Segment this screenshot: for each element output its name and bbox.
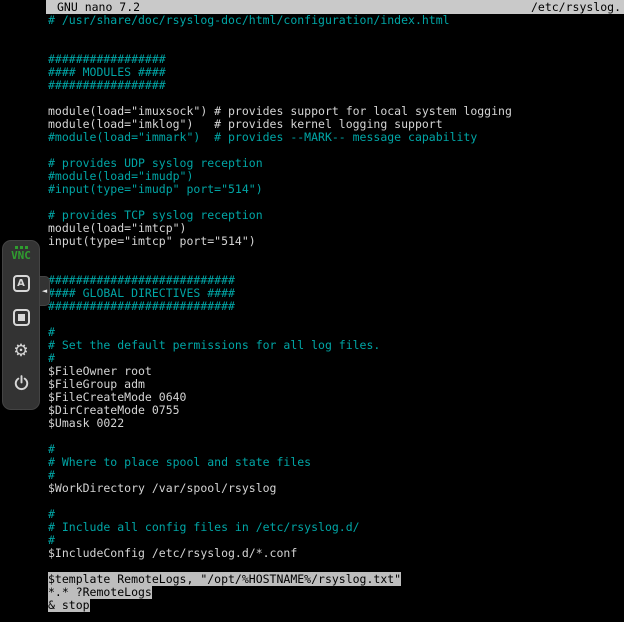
editor-line: # Where to place spool and state files	[48, 456, 624, 469]
disconnect-button[interactable]	[8, 372, 34, 398]
editor-line: #module(load="immark") # provides --MARK…	[48, 131, 624, 144]
power-icon	[13, 375, 30, 395]
novnc-logo: VNC	[11, 246, 31, 261]
extra-keys-button[interactable]: A	[8, 270, 34, 296]
editor-line	[48, 313, 624, 326]
editor-line: # Include all config files in /etc/rsysl…	[48, 521, 624, 534]
editor-line: & stop	[48, 599, 624, 612]
nano-filename: /etc/rsyslog.	[531, 0, 621, 14]
editor-line: $DirCreateMode 0755	[48, 404, 624, 417]
editor-line: $Umask 0022	[48, 417, 624, 430]
nano-titlebar: GNU nano 7.2 /etc/rsyslog.	[46, 0, 624, 14]
collapse-arrow-icon: ◄	[42, 287, 47, 295]
editor-line: $WorkDirectory /var/spool/rsyslog	[48, 482, 624, 495]
editor-line	[48, 27, 624, 40]
editor-line: input(type="imtcp" port="514")	[48, 235, 624, 248]
settings-button[interactable]: ⚙	[8, 338, 34, 364]
editor-buffer[interactable]: # /usr/share/doc/rsyslog-doc/html/config…	[46, 14, 624, 612]
editor-line: # /usr/share/doc/rsyslog-doc/html/config…	[48, 14, 624, 27]
nano-terminal: GNU nano 7.2 /etc/rsyslog. # /usr/share/…	[46, 0, 624, 622]
editor-line: *.* ?RemoteLogs	[48, 586, 624, 599]
gear-icon: ⚙	[13, 343, 28, 360]
keyboard-a-icon: A	[13, 275, 30, 292]
nano-version: GNU nano 7.2	[57, 0, 140, 14]
novnc-control-bar: VNC A ⚙	[2, 240, 40, 410]
selected-text: $template RemoteLogs, "/opt/%HOSTNAME%/r…	[48, 572, 401, 586]
novnc-logo-text: VNC	[11, 250, 31, 261]
editor-line: ###########################	[48, 300, 624, 313]
editor-line	[48, 248, 624, 261]
fullscreen-icon	[13, 309, 30, 326]
selected-text: *.* ?RemoteLogs	[48, 585, 152, 599]
editor-line	[48, 430, 624, 443]
editor-line	[48, 495, 624, 508]
fullscreen-button[interactable]	[8, 304, 34, 330]
control-bar-handle[interactable]: ◄	[40, 276, 50, 306]
editor-line: # Set the default permissions for all lo…	[48, 339, 624, 352]
selected-text: & stop	[48, 598, 90, 612]
editor-line: #################	[48, 79, 624, 92]
editor-line: $IncludeConfig /etc/rsyslog.d/*.conf	[48, 547, 624, 560]
editor-line: #input(type="imudp" port="514")	[48, 183, 624, 196]
